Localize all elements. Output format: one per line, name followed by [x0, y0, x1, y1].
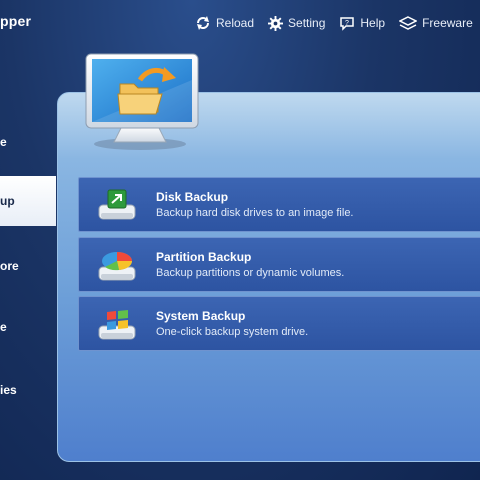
disk-backup-card[interactable]: Disk Backup Backup hard disk drives to a… — [78, 177, 480, 232]
sidebar-item-backup[interactable]: up — [0, 176, 56, 226]
help-button[interactable]: ? Help — [339, 15, 385, 31]
sidebar-item-restore[interactable]: ore — [0, 241, 56, 291]
help-label: Help — [360, 16, 386, 30]
card-description: Backup hard disk drives to an image file… — [156, 207, 354, 219]
sidebar-item-clone[interactable]: e — [0, 302, 56, 352]
setting-label: Setting — [288, 16, 326, 30]
reload-icon — [197, 16, 209, 30]
sidebar-item-home[interactable]: e — [0, 117, 56, 167]
setting-button[interactable]: Setting — [268, 15, 326, 31]
card-title: System Backup — [156, 309, 246, 323]
card-description: One-click backup system drive. — [156, 326, 309, 338]
card-title: Partition Backup — [156, 250, 252, 264]
help-icon: ? — [340, 17, 355, 31]
card-description: Backup partitions or dynamic volumes. — [156, 267, 345, 279]
sidebar-item-label: ies — [0, 383, 17, 397]
windows-icon — [98, 310, 136, 340]
sidebar-item-label: ore — [0, 259, 19, 273]
card-title: Disk Backup — [156, 190, 229, 204]
partition-backup-card[interactable]: Partition Backup Backup partitions or dy… — [78, 237, 480, 292]
reload-label: Reload — [216, 16, 255, 30]
sidebar-item-utilities[interactable]: ies — [0, 365, 56, 415]
reload-button[interactable]: Reload — [195, 15, 254, 31]
app-title: pper — [0, 13, 32, 29]
system-backup-card[interactable]: System Backup One-click backup system dr… — [78, 296, 480, 351]
partition-icon — [98, 252, 136, 281]
sidebar-item-label: e — [0, 135, 7, 149]
freeware-button[interactable]: Freeware — [399, 15, 473, 31]
freeware-icon — [399, 16, 418, 30]
gear-icon — [268, 15, 284, 31]
disk-icon — [98, 189, 136, 220]
sidebar-item-label: up — [0, 194, 15, 208]
toolbar: Reload Setting ? Help Freeware — [195, 0, 480, 46]
svg-text:?: ? — [345, 20, 349, 27]
freeware-label: Freeware — [422, 16, 473, 30]
sidebar-item-label: e — [0, 320, 7, 334]
backup-monitor-icon — [85, 53, 199, 150]
